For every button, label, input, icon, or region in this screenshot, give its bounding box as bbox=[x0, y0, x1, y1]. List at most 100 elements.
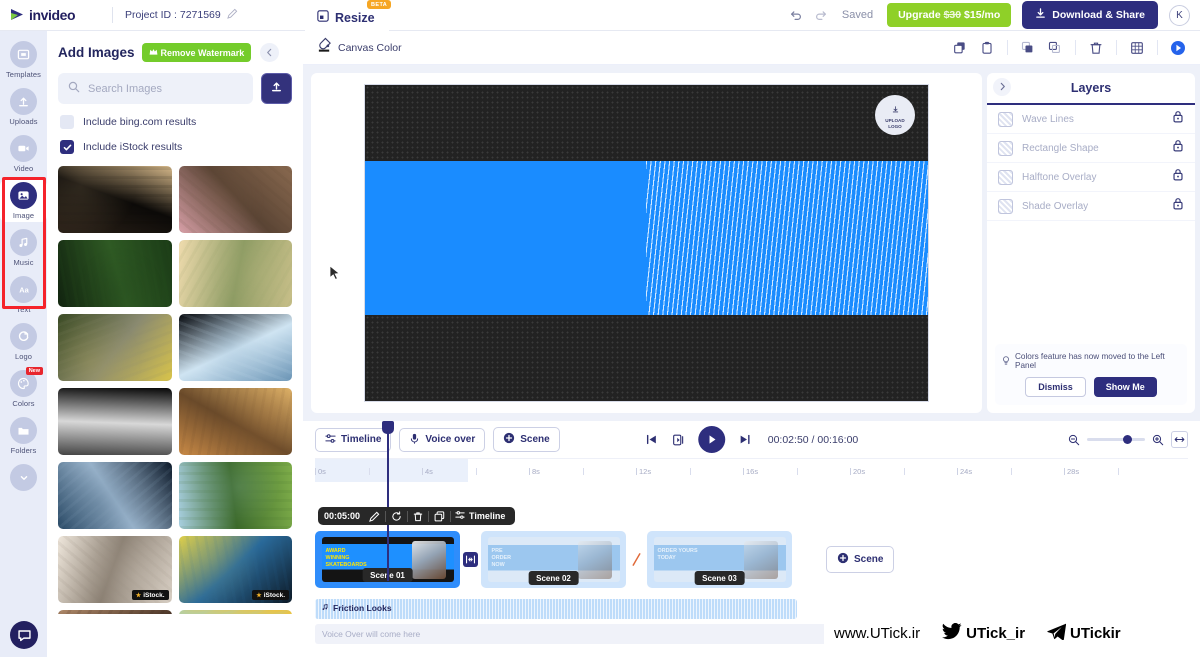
image-thumbnail[interactable] bbox=[178, 462, 292, 529]
collapse-panel-button[interactable] bbox=[260, 43, 280, 62]
delete-icon[interactable] bbox=[1084, 36, 1108, 60]
zoom-in-icon[interactable] bbox=[1152, 434, 1164, 446]
transition-placeholder[interactable] bbox=[629, 551, 644, 569]
image-thumbnail[interactable] bbox=[58, 388, 172, 455]
include-bing-checkbox-row[interactable]: Include bing.com results bbox=[47, 104, 303, 129]
upgrade-button[interactable]: Upgrade $30 $15/mo bbox=[887, 3, 1012, 27]
scene-clip[interactable]: PRE ORDER NOW Scene 02 bbox=[481, 531, 626, 588]
image-thumbnail[interactable] bbox=[178, 314, 292, 381]
lock-icon[interactable] bbox=[1172, 197, 1184, 215]
search-input[interactable] bbox=[88, 82, 243, 95]
image-thumbnail[interactable] bbox=[178, 166, 292, 233]
video-preview-frame[interactable]: UPLOAD LOGO bbox=[364, 84, 929, 402]
timeline-ruler[interactable]: 0s 4s 8s 12s 16s 20s 24s 28s bbox=[315, 458, 1188, 483]
sidebar-item-image[interactable]: Image bbox=[0, 180, 47, 222]
lock-icon[interactable] bbox=[1172, 168, 1184, 186]
voiceover-button[interactable]: Voice over bbox=[399, 427, 486, 452]
play-icon[interactable] bbox=[1166, 36, 1190, 60]
upload-logo-placeholder[interactable]: UPLOAD LOGO bbox=[875, 95, 915, 135]
transition-button[interactable] bbox=[463, 552, 478, 567]
layer-row[interactable]: Halftone Overlay bbox=[987, 163, 1195, 192]
include-istock-checkbox[interactable] bbox=[60, 140, 74, 154]
thumbnail-texture bbox=[178, 610, 292, 614]
send-backward-icon[interactable] bbox=[1043, 36, 1067, 60]
sidebar-label-text: Text bbox=[16, 305, 31, 314]
grid-icon[interactable] bbox=[1125, 36, 1149, 60]
clip-timeline-button[interactable]: Timeline bbox=[451, 510, 509, 522]
download-share-button[interactable]: Download & Share bbox=[1022, 1, 1158, 29]
timeline-icon bbox=[325, 433, 336, 447]
chevron-down-icon bbox=[10, 464, 37, 491]
paste-icon[interactable] bbox=[975, 36, 999, 60]
search-box[interactable] bbox=[58, 73, 253, 104]
redo-icon[interactable] bbox=[814, 8, 828, 22]
ruler-tick: 12s bbox=[635, 467, 652, 476]
timeline-button[interactable]: Timeline bbox=[315, 427, 392, 452]
refresh-icon[interactable] bbox=[386, 510, 407, 522]
layer-row[interactable]: Rectangle Shape bbox=[987, 134, 1195, 163]
sidebar-item-music[interactable]: Music bbox=[0, 227, 47, 269]
image-thumbnail[interactable] bbox=[58, 610, 172, 614]
add-scene-button[interactable]: Scene bbox=[826, 546, 895, 573]
chat-bubble-icon[interactable] bbox=[10, 621, 38, 649]
fit-width-icon[interactable] bbox=[1171, 431, 1188, 448]
audio-track-label-wrap: Friction Looks bbox=[321, 603, 392, 613]
layer-name: Shade Overlay bbox=[1022, 200, 1089, 212]
scene-clip[interactable]: ORDER YOURS TODAY Scene 03 bbox=[647, 531, 792, 588]
zoom-out-icon[interactable] bbox=[1068, 434, 1080, 446]
resize-tab[interactable]: Resize BETA bbox=[305, 0, 392, 31]
audio-track[interactable]: Friction Looks bbox=[315, 599, 797, 619]
image-thumbnail[interactable] bbox=[178, 240, 292, 307]
upload-image-button[interactable] bbox=[261, 73, 292, 104]
sidebar-item-logo[interactable]: Logo bbox=[0, 321, 47, 363]
svg-text:Aa: Aa bbox=[19, 286, 29, 295]
remove-watermark-button[interactable]: Remove Watermark bbox=[141, 43, 252, 62]
layer-row[interactable]: Wave Lines bbox=[987, 105, 1195, 134]
zoom-slider[interactable] bbox=[1087, 435, 1145, 444]
image-thumbnail[interactable] bbox=[58, 240, 172, 307]
expand-layers-button[interactable] bbox=[993, 78, 1011, 96]
header-divider bbox=[112, 7, 113, 23]
image-thumbnail[interactable]: ★ iStock. bbox=[58, 536, 172, 603]
include-bing-checkbox[interactable] bbox=[60, 115, 74, 129]
edit-project-pencil-icon[interactable] bbox=[226, 6, 238, 24]
playhead[interactable] bbox=[382, 421, 394, 581]
show-me-button[interactable]: Show Me bbox=[1093, 377, 1157, 397]
dismiss-button[interactable]: Dismiss bbox=[1025, 377, 1086, 397]
play-button[interactable] bbox=[697, 426, 725, 453]
sidebar-item-text[interactable]: Aa Text bbox=[0, 274, 47, 316]
bring-forward-icon[interactable] bbox=[1016, 36, 1040, 60]
lock-icon[interactable] bbox=[1172, 139, 1184, 157]
sidebar-item-video[interactable]: Video bbox=[0, 133, 47, 175]
skip-next-icon[interactable] bbox=[738, 433, 751, 446]
image-thumbnail[interactable] bbox=[178, 610, 292, 614]
skip-previous-icon[interactable] bbox=[645, 433, 658, 446]
ruler-tick: 24s bbox=[956, 467, 973, 476]
image-thumbnail[interactable] bbox=[58, 462, 172, 529]
user-avatar[interactable]: K bbox=[1169, 4, 1190, 26]
trash-icon[interactable] bbox=[408, 511, 428, 522]
sidebar-item-colors[interactable]: New Colors bbox=[0, 367, 47, 410]
add-scene-toolbar-button[interactable]: Scene bbox=[493, 427, 560, 452]
pencil-icon[interactable] bbox=[364, 511, 385, 522]
image-thumbnail[interactable] bbox=[58, 166, 172, 233]
image-thumbnail[interactable]: ★ iStock. bbox=[178, 536, 292, 603]
lock-icon[interactable] bbox=[1172, 110, 1184, 128]
wave-lines-overlay[interactable] bbox=[646, 161, 928, 317]
image-thumbnail[interactable] bbox=[178, 388, 292, 455]
sidebar-more-button[interactable] bbox=[0, 462, 47, 493]
zoom-slider-handle[interactable] bbox=[1123, 435, 1132, 444]
sidebar-item-uploads[interactable]: Uploads bbox=[0, 86, 47, 128]
canvas-color-button[interactable]: Canvas Color bbox=[317, 37, 402, 58]
image-thumbnail[interactable] bbox=[58, 314, 172, 381]
duplicate-icon[interactable] bbox=[429, 510, 450, 522]
sidebar-item-folders[interactable]: Folders bbox=[0, 415, 47, 457]
undo-icon[interactable] bbox=[789, 8, 803, 22]
split-icon[interactable] bbox=[671, 433, 685, 447]
include-istock-checkbox-row[interactable]: Include iStock results bbox=[47, 129, 303, 154]
sidebar-label-uploads: Uploads bbox=[9, 117, 38, 126]
layer-row[interactable]: Shade Overlay bbox=[987, 192, 1195, 221]
brand-logo[interactable]: invideo bbox=[0, 7, 100, 23]
copy-icon[interactable] bbox=[948, 36, 972, 60]
sidebar-item-templates[interactable]: Templates bbox=[0, 39, 47, 81]
